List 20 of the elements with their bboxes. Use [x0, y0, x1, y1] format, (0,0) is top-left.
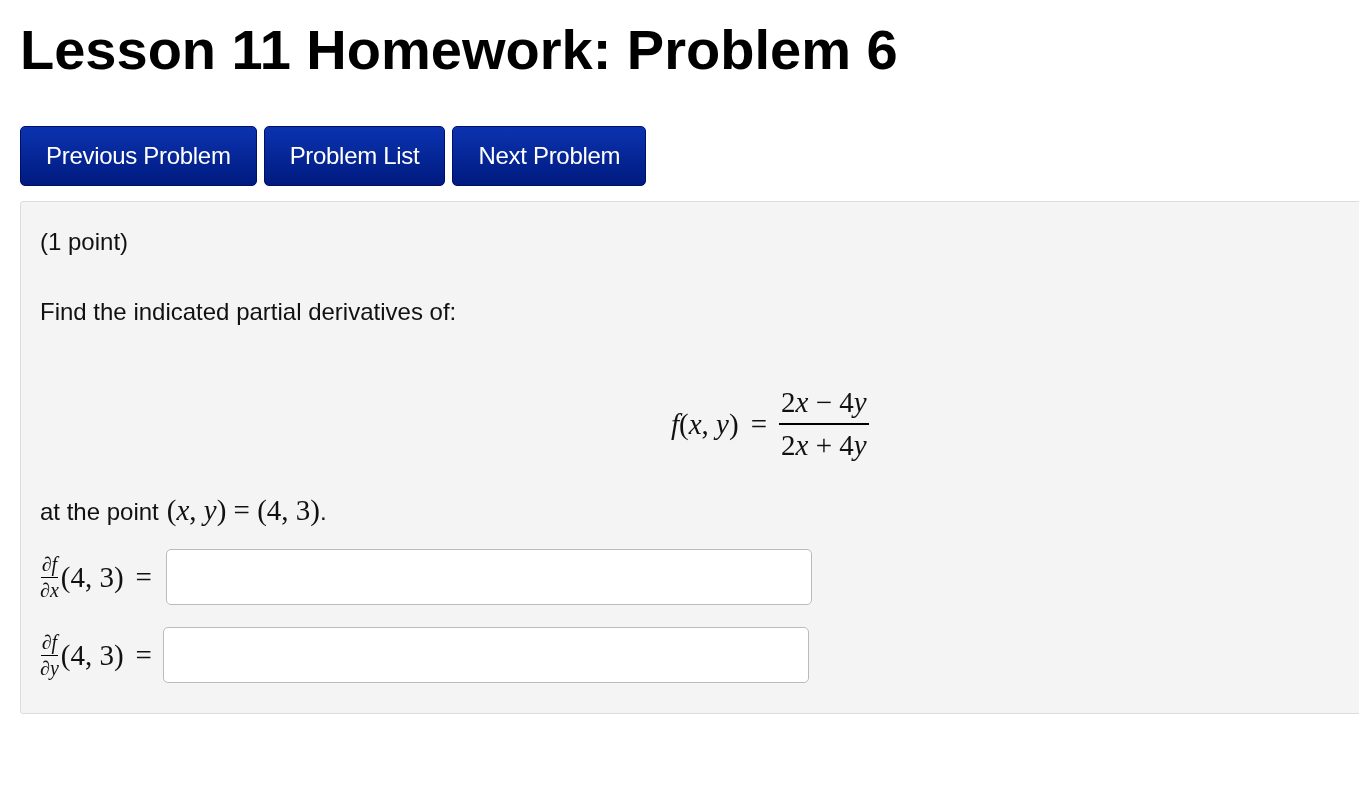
point-argument: (4, 3) — [60, 638, 124, 672]
point-text: at the point — [40, 498, 159, 526]
point-math: (x, y) = (4, 3) — [166, 494, 320, 527]
partial-derivative: ∂f ∂y — [40, 630, 59, 680]
nav-button[interactable]: Problem List — [263, 126, 446, 186]
equals-sign: = — [750, 407, 767, 441]
answer-field[interactable] — [165, 549, 812, 605]
period-text: . — [320, 498, 327, 526]
function-name: f(x, y) — [671, 407, 739, 441]
points-text: (1 point) — [40, 228, 130, 256]
fraction: 2x − 4y 2x + 4y — [779, 386, 869, 462]
equals-sign: = — [135, 560, 152, 594]
nav-button[interactable]: Previous Problem — [20, 126, 257, 186]
partial-derivative: ∂f ∂x — [40, 552, 59, 602]
instruction-text: Find the indicated partial derivatives of: — [40, 298, 458, 326]
page-title: Lesson 11 Homework: Problem 6 — [20, 17, 899, 83]
point-argument: (4, 3) — [60, 560, 124, 594]
equals-sign: = — [135, 638, 152, 672]
nav-button[interactable]: Next Problem — [452, 126, 647, 186]
answer-field[interactable] — [162, 627, 809, 683]
